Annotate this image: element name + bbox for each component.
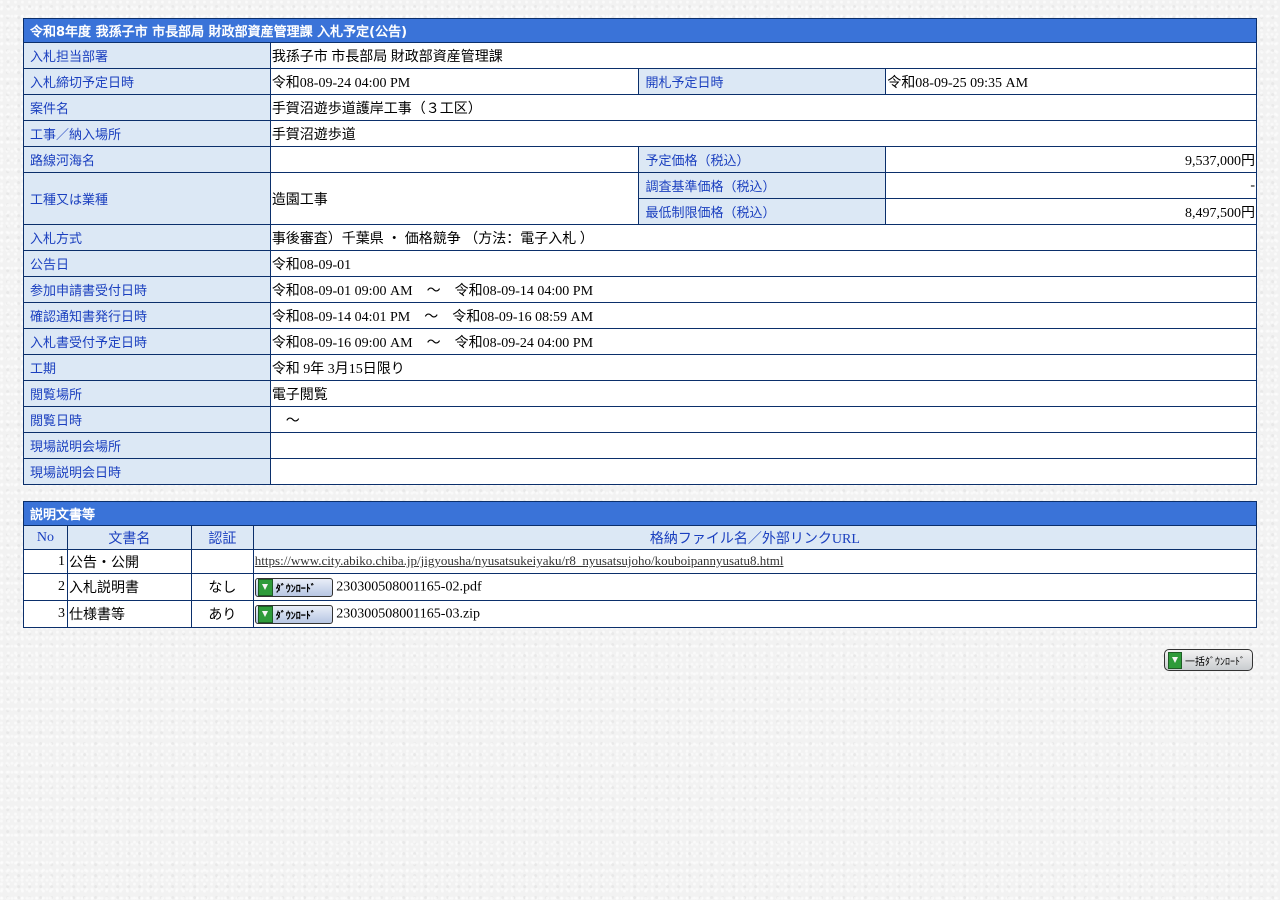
- document-auth: [190, 549, 254, 574]
- bulk-download-button[interactable]: 一括ﾀﾞｳﾝﾛｰﾄﾞ: [1164, 649, 1253, 671]
- document-name: 入札説明書: [66, 573, 192, 601]
- opening-value: 令和08-09-25 09:35 AM: [885, 68, 1257, 95]
- min-price-value: 8,497,500円: [885, 198, 1257, 225]
- col-header-name: 文書名: [66, 525, 192, 550]
- document-name: 公告・公開: [66, 549, 192, 574]
- survey-price-label: 調査基準価格（税込）: [638, 172, 887, 199]
- survey-price-value: -: [885, 172, 1257, 199]
- download-button[interactable]: ﾀﾞｳﾝﾛｰﾄﾞ: [254, 604, 333, 624]
- document-row: 2 入札説明書 なし ﾀﾞｳﾝﾛｰﾄﾞ 230300508001165-02.p…: [23, 573, 1258, 601]
- document-row: 1 公告・公開 https://www.city.abiko.chiba.jp/…: [23, 549, 1258, 574]
- deadline-label: 入札締切予定日時: [23, 68, 271, 95]
- briefing-date-label: 現場説明会日時: [23, 458, 271, 485]
- col-header-file: 格納ファイル名／外部リンクURL: [252, 525, 1258, 550]
- documents-title: 説明文書等: [23, 501, 1257, 526]
- download-button[interactable]: ﾀﾞｳﾝﾛｰﾄﾞ: [254, 577, 333, 597]
- file-name: 230300508001165-02.pdf: [336, 579, 482, 594]
- confirm-label: 確認通知書発行日時: [23, 302, 271, 329]
- external-link[interactable]: https://www.city.abiko.chiba.jp/jigyoush…: [255, 553, 784, 568]
- application-value: 令和08-09-01 09:00 AM ～ 令和08-09-14 04:00 P…: [269, 276, 1258, 303]
- confirm-value: 令和08-09-14 04:01 PM ～ 令和08-09-16 08:59 A…: [269, 302, 1258, 329]
- bid-accept-value: 令和08-09-16 09:00 AM ～ 令和08-09-24 04:00 P…: [269, 328, 1258, 355]
- briefing-place-value: [269, 432, 1258, 459]
- announce-value: 令和08-09-01: [269, 250, 1258, 277]
- application-label: 参加申請書受付日時: [23, 276, 271, 303]
- view-date-value: ～: [269, 406, 1258, 433]
- briefing-place-label: 現場説明会場所: [23, 432, 271, 459]
- file-name: 230300508001165-03.zip: [336, 606, 481, 621]
- document-auth: なし: [190, 573, 254, 601]
- download-icon: [257, 605, 273, 623]
- route-label: 路線河海名: [23, 146, 271, 173]
- download-icon: [1168, 651, 1182, 669]
- department-label: 入札担当部署: [23, 42, 271, 69]
- type-label: 工種又は業種: [23, 172, 271, 225]
- method-value: 事後審査）千葉県 ・ 価格競争 （方法：電子入札 ）: [269, 224, 1258, 251]
- planned-price-value: 9,537,000円: [885, 146, 1257, 173]
- download-icon: [257, 578, 273, 596]
- document-link-cell: https://www.city.abiko.chiba.jp/jigyoush…: [252, 549, 1258, 574]
- deadline-value: 令和08-09-24 04:00 PM: [269, 68, 640, 95]
- document-file-cell: ﾀﾞｳﾝﾛｰﾄﾞ 230300508001165-02.pdf: [252, 573, 1258, 601]
- view-place-value: 電子閲覧: [269, 380, 1258, 407]
- document-no: 1: [23, 549, 68, 574]
- document-name: 仕様書等: [66, 600, 192, 628]
- type-value: 造園工事: [269, 172, 640, 225]
- period-value: 令和 9年 3月15日限り: [269, 354, 1258, 381]
- col-header-auth: 認証: [190, 525, 254, 550]
- document-no: 2: [23, 573, 68, 601]
- notice-table: 令和8年度 我孫子市 市長部局 財政部資産管理課 入札予定(公告) 入札担当部署…: [23, 18, 1258, 485]
- location-label: 工事／納入場所: [23, 120, 271, 147]
- bid-accept-label: 入札書受付予定日時: [23, 328, 271, 355]
- notice-title: 令和8年度 我孫子市 市長部局 財政部資産管理課 入札予定(公告): [23, 18, 1257, 43]
- method-label: 入札方式: [23, 224, 271, 251]
- document-row: 3 仕様書等 あり ﾀﾞｳﾝﾛｰﾄﾞ 230300508001165-03.zi…: [23, 600, 1258, 628]
- document-no: 3: [23, 600, 68, 628]
- col-header-no: No: [23, 525, 68, 550]
- bulk-download-label: 一括ﾀﾞｳﾝﾛｰﾄﾞ: [1185, 656, 1245, 668]
- announce-label: 公告日: [23, 250, 271, 277]
- case-value: 手賀沼遊歩道護岸工事（３工区）: [269, 94, 1258, 121]
- case-label: 案件名: [23, 94, 271, 121]
- view-place-label: 閲覧場所: [23, 380, 271, 407]
- route-value: [269, 146, 640, 173]
- briefing-date-value: [269, 458, 1258, 485]
- location-value: 手賀沼遊歩道: [269, 120, 1258, 147]
- documents-table: 説明文書等 No 文書名 認証 格納ファイル名／外部リンクURL 1 公告・公開…: [23, 501, 1258, 628]
- period-label: 工期: [23, 354, 271, 381]
- min-price-label: 最低制限価格（税込）: [638, 198, 887, 225]
- document-auth: あり: [190, 600, 254, 628]
- opening-label: 開札予定日時: [638, 68, 887, 95]
- planned-price-label: 予定価格（税込）: [638, 146, 887, 173]
- view-date-label: 閲覧日時: [23, 406, 271, 433]
- download-button-label: ﾀﾞｳﾝﾛｰﾄﾞ: [275, 583, 316, 595]
- download-button-label: ﾀﾞｳﾝﾛｰﾄﾞ: [275, 610, 316, 622]
- document-file-cell: ﾀﾞｳﾝﾛｰﾄﾞ 230300508001165-03.zip: [252, 600, 1258, 628]
- department-value: 我孫子市 市長部局 財政部資産管理課: [269, 42, 1258, 69]
